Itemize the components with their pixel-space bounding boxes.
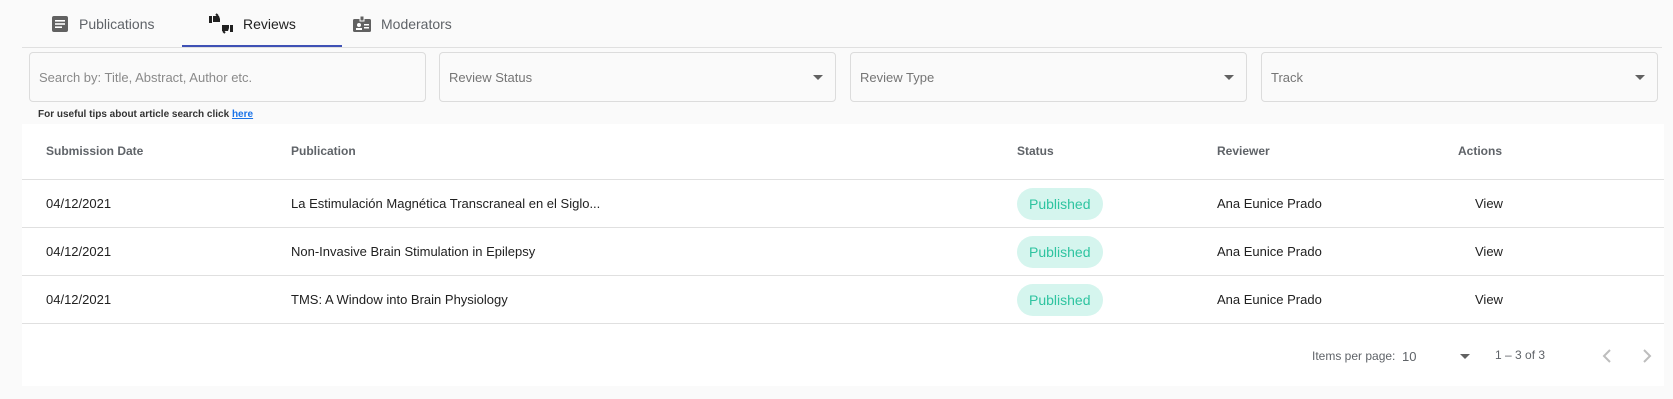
reviewer-name: Ana Eunice Prado [1217,292,1322,307]
table-row: 04/12/2021 Non-Invasive Brain Stimulatio… [22,228,1664,276]
view-button[interactable]: View [1475,196,1503,211]
publication-title: TMS: A Window into Brain Physiology [291,292,508,307]
tab-label: Publications [79,15,155,32]
tab-bar: Publications Reviews Moderators [22,0,1662,48]
submission-date: 04/12/2021 [46,196,112,211]
search-tips: For useful tips about article search cli… [38,109,253,120]
column-header-publication[interactable]: Publication [291,144,356,158]
track-label: Track [1271,70,1304,85]
search-tips-text: For useful tips about article search cli… [38,109,230,120]
status-badge: Published [1017,284,1103,316]
column-header-reviewer[interactable]: Reviewer [1217,144,1270,158]
document-icon [50,14,70,34]
publication-title: La Estimulación Magnética Transcraneal e… [291,196,601,211]
page-size-value: 10 [1402,349,1417,364]
review-type-label: Review Type [860,70,935,85]
search-field[interactable] [29,52,426,102]
search-input[interactable] [30,53,425,101]
view-button[interactable]: View [1475,292,1503,307]
tab-reviews[interactable]: Reviews [208,0,296,47]
next-page-button[interactable] [1635,344,1659,368]
chevron-down-icon [1635,75,1645,80]
page-size-select[interactable]: 10 [1402,342,1470,366]
active-tab-indicator [182,45,342,47]
reviewer-name: Ana Eunice Prado [1217,244,1322,259]
status-badge: Published [1017,188,1103,220]
view-button[interactable]: View [1475,244,1503,259]
page-range-label: 1 – 3 of 3 [1495,348,1546,362]
chevron-right-icon [1643,349,1652,363]
column-header-submission-date[interactable]: Submission Date [46,144,143,158]
chevron-left-icon [1602,349,1611,363]
reviews-table: Submission Date Publication Status Revie… [22,124,1664,386]
column-header-actions: Actions [1458,144,1503,158]
badge-icon [352,14,372,34]
review-status-select[interactable]: Review Status [439,52,836,102]
table-row: 04/12/2021 La Estimulación Magnética Tra… [22,180,1664,228]
submission-date: 04/12/2021 [46,292,112,307]
thumbs-up-down-icon [208,12,234,34]
previous-page-button[interactable] [1595,344,1619,368]
items-per-page-label: Items per page: [1312,349,1396,363]
tab-label: Reviews [243,15,296,32]
reviewer-name: Ana Eunice Prado [1217,196,1322,211]
table-header: Submission Date Publication Status Revie… [22,124,1664,180]
tab-label: Moderators [381,15,452,32]
review-type-select[interactable]: Review Type [850,52,1247,102]
submission-date: 04/12/2021 [46,244,112,259]
review-status-label: Review Status [449,70,533,85]
chevron-down-icon [813,75,823,80]
paginator: Items per page: 10 1 – 3 of 3 [22,324,1664,380]
column-header-status[interactable]: Status [1017,144,1054,158]
track-select[interactable]: Track [1261,52,1658,102]
chevron-down-icon [1460,354,1470,359]
publication-title: Non-Invasive Brain Stimulation in Epilep… [291,244,536,259]
chevron-down-icon [1224,75,1234,80]
tab-moderators[interactable]: Moderators [352,0,452,47]
table-row: 04/12/2021 TMS: A Window into Brain Phys… [22,276,1664,324]
search-tips-link[interactable]: here [232,109,253,120]
tab-publications[interactable]: Publications [50,0,155,47]
status-badge: Published [1017,236,1103,268]
